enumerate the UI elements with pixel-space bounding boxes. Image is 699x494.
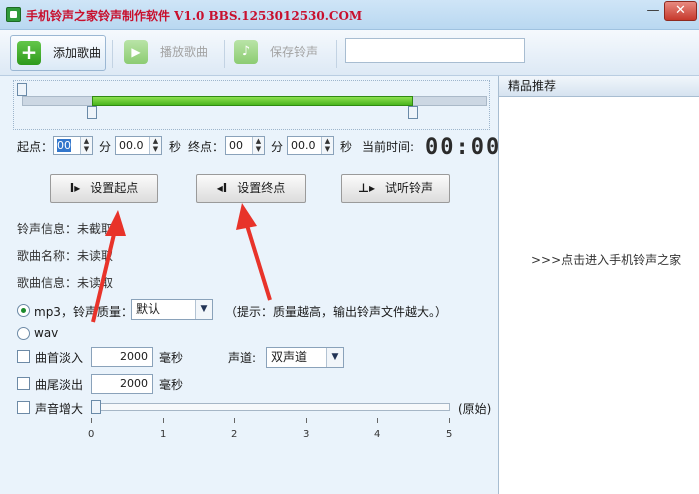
scale-tick-label: 4 bbox=[374, 429, 381, 440]
play-song-button[interactable]: ▶ 播放歌曲 bbox=[118, 35, 218, 71]
plus-icon: + bbox=[17, 41, 41, 65]
preview-label: 试听铃声 bbox=[384, 181, 433, 195]
play-song-label: 播放歌曲 bbox=[160, 45, 209, 59]
current-time-display: 00:00 bbox=[425, 135, 502, 160]
music-note-icon: ♪ bbox=[234, 40, 258, 64]
preview-icon: ⊥▸ bbox=[357, 181, 375, 195]
search-input[interactable] bbox=[345, 38, 525, 63]
song-info: 歌曲信息：未读取 bbox=[17, 276, 114, 290]
volume-slider-track[interactable] bbox=[94, 403, 450, 411]
annotation-arrowhead bbox=[236, 203, 257, 230]
recommend-header: 精品推荐 bbox=[499, 76, 699, 97]
ms-unit: 毫秒 bbox=[159, 378, 184, 392]
minute-unit: 分 bbox=[99, 140, 112, 154]
current-time-label: 当前时间: bbox=[362, 140, 415, 154]
set-start-icon: I▸ bbox=[69, 181, 81, 195]
end-label: 终点： bbox=[188, 140, 225, 154]
spinner-arrows-icon[interactable]: ▲ ▼ bbox=[252, 137, 264, 154]
start-minute-value: 00 bbox=[57, 139, 71, 152]
second-unit: 秒 bbox=[340, 140, 353, 154]
scale-tick-label: 1 bbox=[160, 429, 167, 440]
start-second-spinner[interactable]: 00.0 ▲ ▼ bbox=[115, 136, 162, 155]
minimize-button[interactable]: — bbox=[640, 2, 666, 22]
fade-out-input[interactable]: 2000 bbox=[91, 374, 153, 394]
channel-value: 双声道 bbox=[271, 350, 308, 364]
channel-label: 声道: bbox=[228, 351, 257, 365]
recommend-panel bbox=[498, 76, 699, 494]
toolbar-divider bbox=[224, 40, 225, 68]
playhead-handle[interactable] bbox=[17, 83, 27, 96]
scale-tick bbox=[234, 418, 235, 423]
spinner-arrows-icon[interactable]: ▲ ▼ bbox=[80, 137, 92, 154]
annotation-arrow-line bbox=[244, 221, 272, 301]
second-unit: 秒 bbox=[169, 140, 182, 154]
toolbar-divider bbox=[112, 40, 113, 68]
save-ringtone-label: 保存铃声 bbox=[270, 45, 319, 59]
volume-original-label: (原始) bbox=[458, 402, 492, 416]
ringtone-site-link[interactable]: >>>点击进入手机铃声之家 bbox=[531, 251, 681, 268]
fade-out-checkbox[interactable] bbox=[17, 377, 30, 390]
scale-tick bbox=[449, 418, 450, 423]
toolbar-divider bbox=[336, 40, 337, 68]
song-name-info: 歌曲名称：未读取 bbox=[17, 249, 114, 263]
fade-in-input[interactable]: 2000 bbox=[91, 347, 153, 367]
mp3-label: mp3，铃声质量： bbox=[34, 305, 133, 319]
scale-tick bbox=[91, 418, 92, 423]
mp3-radio[interactable] bbox=[17, 304, 30, 317]
volume-checkbox[interactable] bbox=[17, 401, 30, 414]
end-minute-spinner[interactable]: 00 ▲ ▼ bbox=[225, 136, 265, 155]
chevron-down-icon: ▼ bbox=[195, 300, 212, 319]
quality-select[interactable]: 默认 ▼ bbox=[131, 299, 213, 320]
quality-value: 默认 bbox=[136, 302, 161, 316]
volume-slider-thumb[interactable] bbox=[91, 400, 101, 414]
fade-in-label: 曲首淡入 bbox=[35, 351, 84, 365]
start-label: 起点： bbox=[17, 140, 54, 154]
ms-unit: 毫秒 bbox=[159, 351, 184, 365]
volume-label: 声音增大 bbox=[35, 402, 84, 416]
close-button[interactable]: ✕ bbox=[664, 1, 697, 21]
selected-range bbox=[92, 96, 413, 106]
set-end-label: 设置终点 bbox=[237, 181, 286, 195]
chevron-down-icon: ▼ bbox=[326, 348, 343, 367]
window-title: 手机铃声之家铃声制作软件 V1.0 BBS.1253012530.COM bbox=[26, 9, 363, 23]
end-second-spinner[interactable]: 00.0 ▲ ▼ bbox=[287, 136, 334, 155]
set-end-icon: ◂I bbox=[216, 181, 228, 195]
end-minute-value: 00 bbox=[229, 139, 243, 152]
channel-select[interactable]: 双声道 ▼ bbox=[266, 347, 344, 368]
ringtone-info: 铃声信息：未截取 bbox=[17, 222, 114, 236]
scale-tick bbox=[163, 418, 164, 423]
app-icon bbox=[6, 7, 21, 22]
scale-tick-label: 3 bbox=[303, 429, 310, 440]
scale-tick-label: 2 bbox=[231, 429, 238, 440]
fade-in-checkbox[interactable] bbox=[17, 350, 30, 363]
set-start-button[interactable]: I▸ 设置起点 bbox=[50, 174, 158, 203]
set-start-label: 设置起点 bbox=[90, 181, 139, 195]
quality-hint: （提示：质量越高，输出铃声文件越大。） bbox=[225, 305, 448, 319]
preview-button[interactable]: ⊥▸ 试听铃声 bbox=[341, 174, 450, 203]
scale-tick bbox=[306, 418, 307, 423]
start-minute-spinner[interactable]: 00 ▲ ▼ bbox=[53, 136, 93, 155]
spinner-arrows-icon[interactable]: ▲ ▼ bbox=[321, 137, 333, 154]
scale-tick-label: 0 bbox=[88, 429, 95, 440]
add-song-button[interactable]: + 添加歌曲 bbox=[10, 35, 106, 71]
end-handle[interactable] bbox=[408, 106, 418, 119]
scale-tick bbox=[377, 418, 378, 423]
wav-radio[interactable] bbox=[17, 327, 30, 340]
spinner-arrows-icon[interactable]: ▲ ▼ bbox=[149, 137, 161, 154]
scale-tick-label: 5 bbox=[446, 429, 453, 440]
fade-out-label: 曲尾淡出 bbox=[35, 378, 84, 392]
play-icon: ▶ bbox=[124, 40, 148, 64]
start-second-value: 00.0 bbox=[119, 139, 144, 152]
set-end-button[interactable]: ◂I 设置终点 bbox=[196, 174, 306, 203]
wav-label: wav bbox=[34, 326, 59, 340]
end-second-value: 00.0 bbox=[291, 139, 316, 152]
minute-unit: 分 bbox=[271, 140, 284, 154]
add-song-label: 添加歌曲 bbox=[53, 46, 102, 60]
save-ringtone-button[interactable]: ♪ 保存铃声 bbox=[228, 35, 332, 71]
start-handle[interactable] bbox=[87, 106, 97, 119]
